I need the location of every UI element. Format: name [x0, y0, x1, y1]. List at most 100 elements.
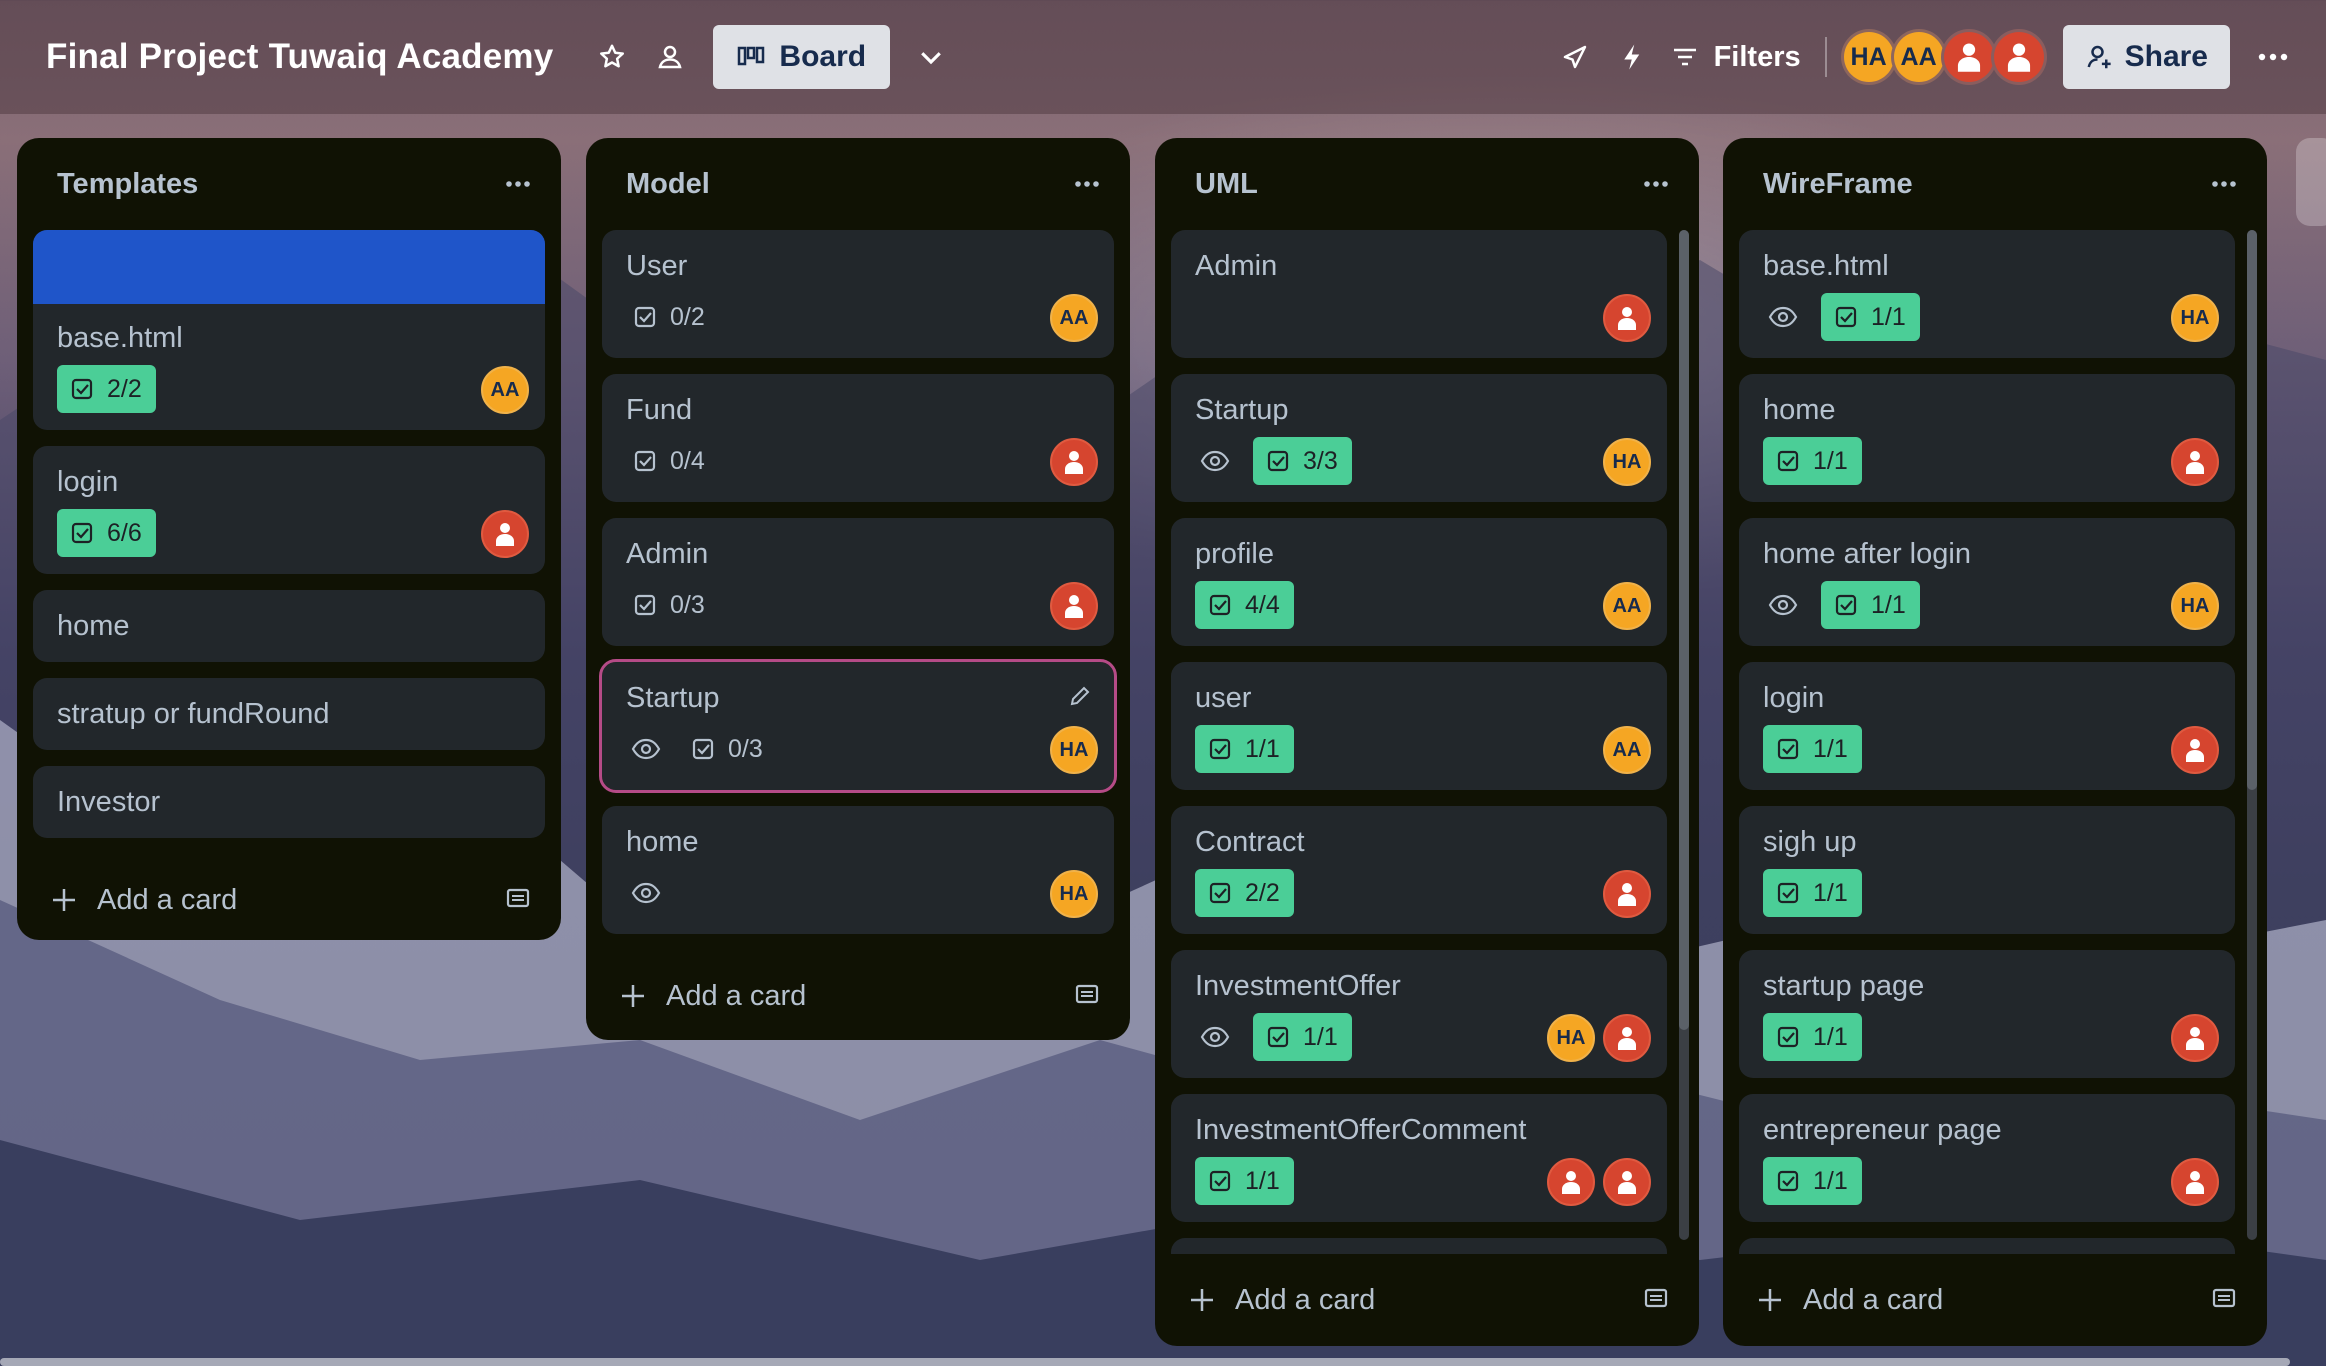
card[interactable]: user 1/1 AA	[1171, 662, 1667, 790]
card[interactable]: base.html 2/2 AA	[33, 230, 545, 430]
card[interactable]: User 0/2 AA	[602, 230, 1114, 358]
create-from-template-button[interactable]	[1643, 1286, 1669, 1315]
card-title: home	[57, 610, 130, 642]
card[interactable]: stratup or fundRound	[33, 678, 545, 750]
watching-badge	[626, 882, 666, 904]
member-avatar[interactable]	[481, 510, 529, 558]
member-avatar[interactable]	[1547, 1158, 1595, 1206]
member-avatar[interactable]	[2171, 1014, 2219, 1062]
member-avatar[interactable]	[2171, 726, 2219, 774]
share-button[interactable]: Share	[2062, 25, 2230, 89]
board-title[interactable]: Final Project Tuwaiq Academy	[46, 37, 553, 77]
create-from-template-button[interactable]	[2211, 1286, 2237, 1315]
member-avatar[interactable]	[2171, 1158, 2219, 1206]
card-partial[interactable]	[1171, 1238, 1667, 1254]
edit-card-button[interactable]	[1068, 684, 1092, 713]
member-avatar[interactable]	[1603, 1014, 1651, 1062]
member-avatar[interactable]: HA	[2171, 294, 2219, 342]
member-avatar[interactable]: HA	[1603, 438, 1651, 486]
list-title[interactable]: UML	[1195, 168, 1258, 201]
automation-button[interactable]	[1604, 28, 1662, 86]
board-horizontal-scrollbar[interactable]	[0, 1358, 2290, 1366]
card[interactable]: login 6/6	[33, 446, 545, 574]
member-avatar[interactable]: AA	[1603, 582, 1651, 630]
card-partial[interactable]	[1739, 1238, 2235, 1254]
checklist-icon	[1209, 738, 1231, 760]
board-menu-button[interactable]	[2244, 28, 2302, 86]
list-menu-button[interactable]	[1074, 180, 1100, 188]
checklist-badge: 2/2	[57, 365, 156, 413]
card-title: User	[626, 250, 688, 282]
card[interactable]: startup page 1/1	[1739, 950, 2235, 1078]
checklist-icon	[71, 522, 93, 544]
list-scrollbar-thumb[interactable]	[1679, 230, 1689, 1030]
member-avatar[interactable]: HA	[1547, 1014, 1595, 1062]
list-title[interactable]: WireFrame	[1763, 168, 1913, 201]
plus-icon	[53, 889, 75, 911]
add-card-button[interactable]: Add a card	[1189, 1284, 1375, 1317]
filters-button[interactable]: Filters	[1672, 41, 1801, 74]
add-card-button[interactable]: Add a card	[51, 884, 237, 917]
checklist-icon	[71, 378, 93, 400]
share-label: Share	[2124, 40, 2208, 73]
checklist-badge: 1/1	[1763, 1157, 1862, 1205]
add-card-button[interactable]: Add a card	[620, 980, 806, 1013]
card[interactable]: base.html 1/1 HA	[1739, 230, 2235, 358]
card[interactable]: profile 4/4 AA	[1171, 518, 1667, 646]
list-title[interactable]: Templates	[57, 168, 198, 201]
member-avatar[interactable]	[1990, 29, 2047, 85]
card-title: Contract	[1195, 826, 1305, 858]
card[interactable]: Startup 3/3 HA	[1171, 374, 1667, 502]
board-view-button[interactable]: Board	[713, 25, 891, 89]
card[interactable]: Fund 0/4	[602, 374, 1114, 502]
member-avatar[interactable]: HA	[2171, 582, 2219, 630]
card[interactable]: home after login 1/1 HA	[1739, 518, 2235, 646]
list-menu-button[interactable]	[2211, 180, 2237, 188]
member-avatar[interactable]	[1050, 582, 1098, 630]
views-dropdown-button[interactable]	[902, 28, 960, 86]
user-avatar-icon	[1957, 43, 1980, 72]
visibility-button[interactable]	[641, 28, 699, 86]
member-avatar[interactable]	[1603, 294, 1651, 342]
card[interactable]: home 1/1	[1739, 374, 2235, 502]
member-avatar[interactable]: AA	[481, 366, 529, 414]
star-button[interactable]	[583, 28, 641, 86]
card-title: home	[1763, 394, 1836, 426]
list-menu-button[interactable]	[505, 180, 531, 188]
card[interactable]: home HA	[602, 806, 1114, 934]
card[interactable]: Admin 0/3	[602, 518, 1114, 646]
member-avatar[interactable]: AA	[1603, 726, 1651, 774]
card-title: user	[1195, 682, 1252, 714]
member-avatar[interactable]: AA	[1890, 29, 1947, 85]
member-avatar[interactable]	[2171, 438, 2219, 486]
create-from-template-button[interactable]	[505, 886, 531, 915]
member-avatar[interactable]: HA	[1050, 726, 1098, 774]
checklist-icon	[1835, 594, 1857, 616]
lightning-icon	[1623, 44, 1639, 70]
card[interactable]: Startup 0/3 HA	[599, 659, 1117, 793]
more-horizontal-icon	[1644, 181, 1668, 187]
card[interactable]: Contract 2/2	[1171, 806, 1667, 934]
power-ups-button[interactable]	[1546, 28, 1604, 86]
card[interactable]: home	[33, 590, 545, 662]
list-scrollbar-thumb[interactable]	[2247, 230, 2257, 790]
add-card-button[interactable]: Add a card	[1757, 1284, 1943, 1317]
member-avatar[interactable]: AA	[1050, 294, 1098, 342]
card[interactable]: Investor	[33, 766, 545, 838]
card[interactable]: entrepreneur page 1/1	[1739, 1094, 2235, 1222]
member-avatar[interactable]	[1050, 438, 1098, 486]
list-title[interactable]: Model	[626, 168, 710, 201]
member-avatar[interactable]: HA	[1050, 870, 1098, 918]
create-from-template-button[interactable]	[1074, 982, 1100, 1011]
add-another-list-button[interactable]	[2296, 138, 2326, 226]
card[interactable]: InvestmentOffer 1/1 HA	[1171, 950, 1667, 1078]
card[interactable]: InvestmentOfferComment 1/1	[1171, 1094, 1667, 1222]
member-avatar[interactable]	[1940, 29, 1997, 85]
card[interactable]: Admin	[1171, 230, 1667, 358]
card[interactable]: sigh up 1/1	[1739, 806, 2235, 934]
member-avatar[interactable]	[1603, 870, 1651, 918]
member-avatar[interactable]	[1603, 1158, 1651, 1206]
list-menu-button[interactable]	[1643, 180, 1669, 188]
member-avatar[interactable]: HA	[1840, 29, 1897, 85]
card[interactable]: login 1/1	[1739, 662, 2235, 790]
